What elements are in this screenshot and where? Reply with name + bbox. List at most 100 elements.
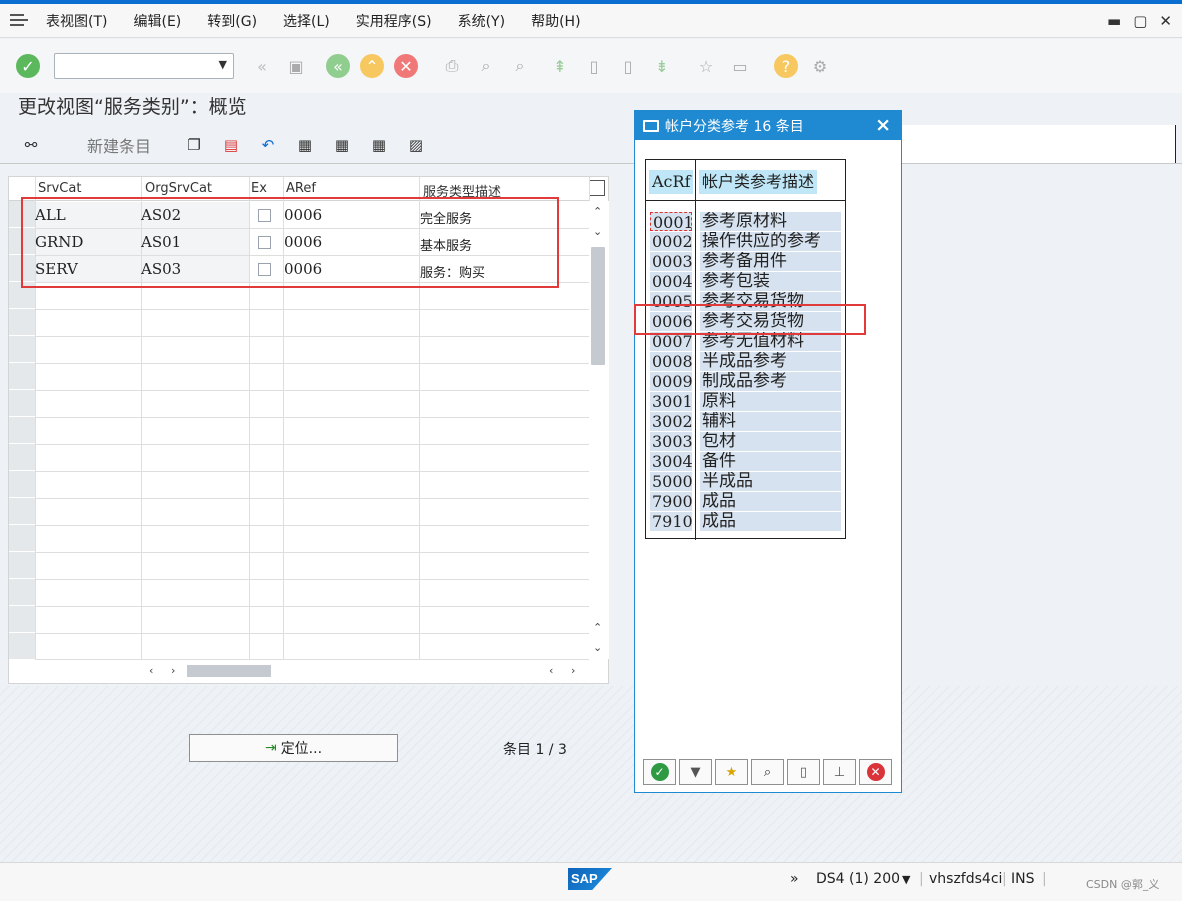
menu-help[interactable]: 帮助(H) bbox=[531, 11, 580, 31]
dialog-titlebar: 帐户分类参考 16 条目 × bbox=[635, 111, 901, 140]
dialog-title: 帐户分类参考 16 条目 bbox=[665, 118, 804, 135]
pin-icon: ⊥ bbox=[833, 764, 846, 780]
first-page-icon[interactable]: ⇞ bbox=[548, 54, 572, 78]
help-icon[interactable]: ? bbox=[774, 54, 798, 78]
dialog-new-button[interactable]: ▯ bbox=[787, 759, 820, 785]
list-item[interactable]: 3001 原料 bbox=[646, 392, 845, 412]
scroll-down-icon[interactable]: ⌄ bbox=[593, 225, 602, 238]
save-icon[interactable]: ▣ bbox=[284, 54, 308, 78]
create-shortcut-icon[interactable]: ☆ bbox=[694, 54, 718, 78]
menu-utilities[interactable]: 实用程序(S) bbox=[356, 11, 432, 31]
list-item[interactable]: 0009 制成品参考 bbox=[646, 372, 845, 392]
scroll-far-right-icon[interactable]: › bbox=[571, 664, 575, 677]
chevron-down-icon[interactable]: ▼ bbox=[219, 58, 227, 71]
vertical-scroll-thumb[interactable] bbox=[591, 247, 605, 365]
background-pattern bbox=[0, 686, 1182, 862]
exit-icon[interactable]: ⌃ bbox=[360, 54, 384, 78]
list-item[interactable]: 0001 参考原材料 bbox=[646, 212, 845, 232]
display-change-glasses-icon[interactable]: ⚯ bbox=[18, 132, 44, 158]
dialog-pin-button[interactable]: ⊥ bbox=[823, 759, 856, 785]
list-item[interactable]: 3003 包材 bbox=[646, 432, 845, 452]
table-control: SrvCat OrgSrvCat Ex ARef 服务类型描述 ALL AS02… bbox=[8, 176, 609, 684]
list-item[interactable]: 0008 半成品参考 bbox=[646, 352, 845, 372]
menu-selection[interactable]: 选择(L) bbox=[283, 11, 330, 31]
menu-goto[interactable]: 转到(G) bbox=[207, 11, 257, 31]
back-icon[interactable]: « bbox=[326, 54, 350, 78]
back-double-arrow-icon[interactable]: « bbox=[250, 54, 274, 78]
standard-toolbar: ✓ ▼ « ▣ « ⌃ ✕ ⎙ ⌕ ⌕ ⇞ ▯ ▯ ⇟ ☆ ▭ ? ⚙ bbox=[0, 39, 1182, 93]
scroll-page-down-icon[interactable]: ⌄ bbox=[593, 641, 602, 654]
list-item[interactable]: 3002 辅料 bbox=[646, 412, 845, 432]
menu-hamburger-icon[interactable] bbox=[10, 13, 28, 28]
status-expand-icon[interactable]: » bbox=[790, 871, 799, 887]
print-icon[interactable]: ⎙ bbox=[440, 54, 464, 78]
list-item[interactable]: 0007 参考无值材料 bbox=[646, 332, 845, 352]
new-session-icon[interactable]: ▭ bbox=[728, 54, 752, 78]
menu-system[interactable]: 系统(Y) bbox=[458, 11, 505, 31]
next-page-icon[interactable]: ▯ bbox=[616, 54, 640, 78]
list-item[interactable]: 5000 半成品 bbox=[646, 472, 845, 492]
list-item[interactable]: 0004 参考包装 bbox=[646, 272, 845, 292]
value-help-dialog: 帐户分类参考 16 条目 × AcRf 帐户类参考描述 0001 参考原材料 00… bbox=[634, 110, 902, 793]
menu-table-view[interactable]: 表视图(T) bbox=[46, 11, 107, 31]
col-header-aref[interactable]: ARef bbox=[286, 181, 316, 196]
dialog-filter-button[interactable]: ▼ bbox=[679, 759, 712, 785]
list-item[interactable]: 0003 参考备用件 bbox=[646, 252, 845, 272]
status-mode: INS bbox=[1011, 871, 1035, 887]
dialog-confirm-button[interactable]: ✓ bbox=[643, 759, 676, 785]
maximize-icon[interactable]: ▢ bbox=[1133, 12, 1147, 30]
scroll-left-icon[interactable]: ‹ bbox=[149, 664, 153, 677]
enter-check-icon[interactable]: ✓ bbox=[16, 54, 40, 78]
bc-set-icon[interactable]: ▨ bbox=[403, 132, 429, 158]
star-plus-icon: ★ bbox=[725, 764, 738, 780]
list-item[interactable]: 3004 备件 bbox=[646, 452, 845, 472]
col-header-srvcat[interactable]: SrvCat bbox=[38, 181, 81, 196]
dialog-col-key[interactable]: AcRf bbox=[649, 170, 694, 194]
command-field[interactable]: ▼ bbox=[54, 53, 234, 79]
locate-button[interactable]: ⇥ 定位... bbox=[189, 734, 398, 762]
col-header-orgsrvcat[interactable]: OrgSrvCat bbox=[145, 181, 212, 196]
select-all-icon[interactable]: ▦ bbox=[292, 132, 318, 158]
settings-gear-icon[interactable]: ⚙ bbox=[808, 54, 832, 78]
find-next-icon[interactable]: ⌕ bbox=[508, 54, 532, 78]
scroll-up-icon[interactable]: ⌃ bbox=[593, 205, 602, 218]
dialog-cancel-button[interactable]: ✕ bbox=[859, 759, 892, 785]
scroll-page-up-icon[interactable]: ⌃ bbox=[593, 621, 602, 634]
status-server: vhszfds4ci bbox=[929, 871, 1003, 887]
previous-page-icon[interactable]: ▯ bbox=[582, 54, 606, 78]
column-settings-icon[interactable] bbox=[589, 180, 605, 196]
close-window-icon[interactable]: ✕ bbox=[1159, 12, 1172, 30]
find-icon[interactable]: ⌕ bbox=[474, 54, 498, 78]
dialog-close-icon[interactable]: × bbox=[875, 114, 891, 136]
dialog-personalize-button[interactable]: ★ bbox=[715, 759, 748, 785]
document-icon: ▯ bbox=[799, 764, 808, 780]
dialog-find-button[interactable]: ⌕ bbox=[751, 759, 784, 785]
dialog-button-bar: ✓ ▼ ★ ⌕ ▯ ⊥ ✕ bbox=[643, 759, 892, 785]
list-item[interactable]: 0002 操作供应的参考 bbox=[646, 232, 845, 252]
col-header-ex[interactable]: Ex bbox=[251, 181, 267, 196]
delete-icon[interactable]: ▤ bbox=[218, 132, 244, 158]
scroll-right-icon[interactable]: › bbox=[171, 664, 175, 677]
list-item[interactable]: 7900 成品 bbox=[646, 492, 845, 512]
cancel-icon[interactable]: ✕ bbox=[394, 54, 418, 78]
list-item[interactable]: 7910 成品 bbox=[646, 512, 845, 532]
minimize-icon[interactable]: ▬ bbox=[1107, 12, 1121, 30]
scroll-far-left-icon[interactable]: ‹ bbox=[549, 664, 553, 677]
system-dropdown-icon[interactable]: ▼ bbox=[902, 873, 910, 886]
new-entries-button[interactable]: 新建条目 bbox=[87, 133, 151, 157]
status-system: DS4 (1) 200 bbox=[816, 871, 901, 887]
last-page-icon[interactable]: ⇟ bbox=[650, 54, 674, 78]
highlight-box-0006 bbox=[634, 304, 866, 335]
right-header-area bbox=[902, 125, 1176, 163]
horizontal-scrollbar[interactable]: ‹ › ‹ › bbox=[145, 663, 585, 681]
vertical-scrollbar[interactable]: ⌃ ⌄ ⌃ ⌄ bbox=[589, 201, 609, 659]
undo-icon[interactable]: ↶ bbox=[255, 132, 281, 158]
watermark: CSDN @郭_义 bbox=[1086, 878, 1160, 891]
horizontal-scroll-thumb[interactable] bbox=[187, 665, 271, 677]
deselect-all-icon[interactable]: ▦ bbox=[366, 132, 392, 158]
menu-edit[interactable]: 编辑(E) bbox=[133, 11, 181, 31]
copy-as-icon[interactable]: ❐ bbox=[181, 132, 207, 158]
dialog-menu-icon[interactable] bbox=[643, 119, 659, 132]
select-block-icon[interactable]: ▦ bbox=[329, 132, 355, 158]
dialog-col-desc[interactable]: 帐户类参考描述 bbox=[699, 170, 818, 194]
